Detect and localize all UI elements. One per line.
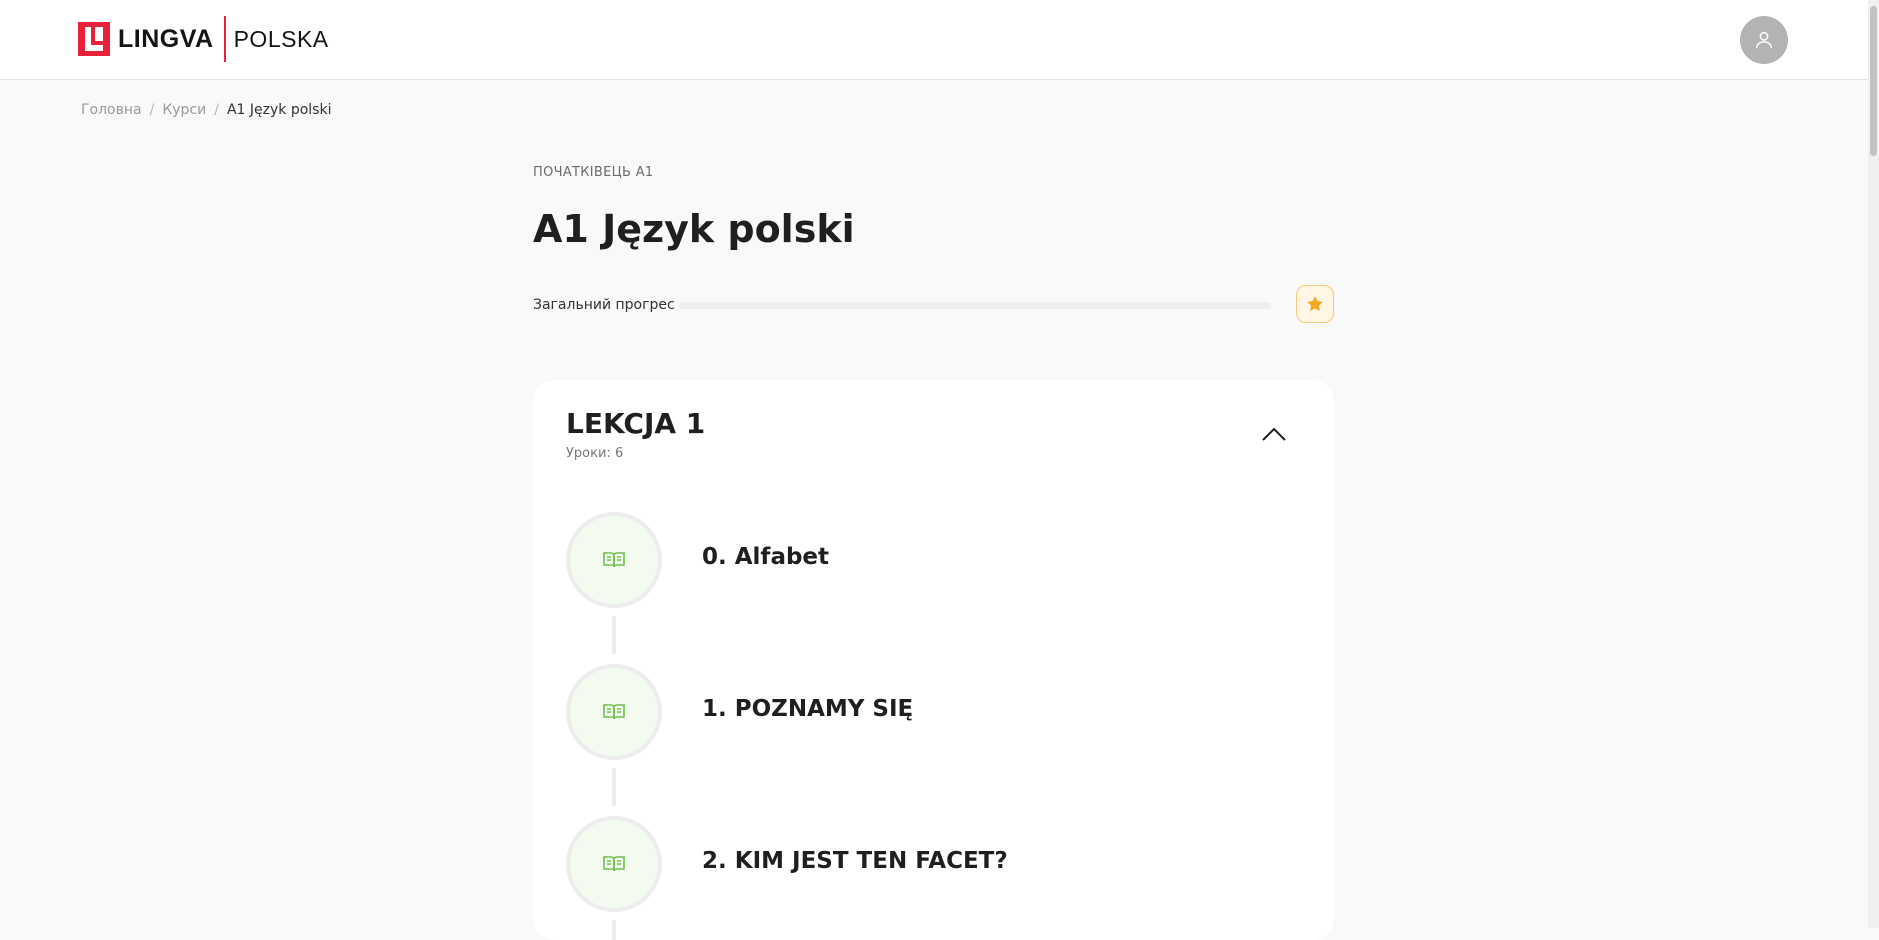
lesson-icon-circle <box>566 664 662 760</box>
breadcrumb: Головна / Курси / A1 Język polski <box>81 102 331 118</box>
lesson-connector <box>612 920 616 940</box>
lesson-title: 0. Alfabet <box>702 544 830 570</box>
lesson-item[interactable]: 2. KIM JEST TEN FACET? <box>566 816 1286 912</box>
breadcrumb-home-link[interactable]: Головна <box>81 102 142 118</box>
chevron-up-icon <box>1262 427 1286 441</box>
lesson-item[interactable]: 0. Alfabet <box>566 512 1286 608</box>
logo-mark-icon <box>78 22 110 56</box>
lesson-icon-circle <box>566 512 662 608</box>
collapse-section-button[interactable] <box>1259 422 1289 446</box>
logo-divider <box>223 16 226 62</box>
star-icon <box>1307 296 1323 312</box>
breadcrumb-current: A1 Język polski <box>226 102 332 118</box>
lesson-section-card: LEKCJA 1 Уроки: 6 0. Alfabet 1. POZNAMY … <box>533 380 1334 940</box>
lesson-connector <box>612 616 616 654</box>
logo-word: LINGVA <box>118 24 214 53</box>
logo[interactable]: LINGVA POLSKA <box>78 16 329 62</box>
breadcrumb-separator: / <box>149 102 155 118</box>
page-title: A1 Język polski <box>533 207 855 251</box>
lesson-icon-circle <box>566 816 662 912</box>
lesson-title: 1. POZNAMY SIĘ <box>702 696 914 722</box>
scrollbar-thumb[interactable] <box>1870 6 1877 156</box>
user-icon <box>1755 31 1773 49</box>
book-icon <box>603 704 625 720</box>
top-header: LINGVA POLSKA <box>0 0 1868 80</box>
progress-bar <box>679 302 1271 309</box>
course-level: ПОЧАТКІВЕЦЬ А1 <box>533 165 654 180</box>
breadcrumb-separator: / <box>214 102 219 118</box>
lesson-item[interactable]: 1. POZNAMY SIĘ <box>566 664 1286 760</box>
user-avatar-button[interactable] <box>1740 16 1788 64</box>
lesson-connector <box>612 768 616 806</box>
breadcrumb-courses-link[interactable]: Курси <box>162 102 206 118</box>
book-icon <box>603 552 625 568</box>
lessons-count: Уроки: 6 <box>566 446 624 461</box>
book-icon <box>603 856 625 872</box>
section-title: LEKCJA 1 <box>566 407 706 440</box>
progress-label: Загальний прогрес <box>533 297 675 313</box>
achievement-badge[interactable] <box>1296 285 1334 323</box>
lesson-title: 2. KIM JEST TEN FACET? <box>702 848 1008 874</box>
page-scrollbar[interactable] <box>1868 0 1879 928</box>
logo-subtitle: POLSKA <box>233 25 329 52</box>
